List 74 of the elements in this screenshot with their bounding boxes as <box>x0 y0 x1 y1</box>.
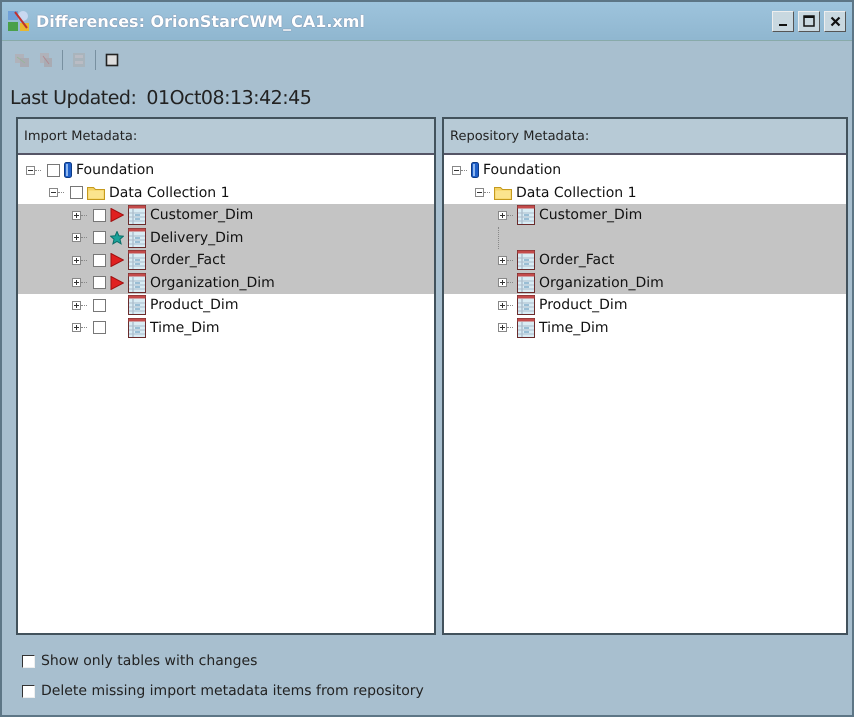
table-icon <box>517 250 535 270</box>
expand-icon[interactable] <box>498 256 507 265</box>
checkbox[interactable] <box>93 254 106 267</box>
checkbox[interactable] <box>22 684 35 698</box>
collapse-icon[interactable] <box>49 188 58 198</box>
tree-item-label[interactable]: Data Collection 1 <box>109 184 230 201</box>
tree-item-label[interactable]: Time_Dim <box>150 320 220 336</box>
option-label[interactable]: Show only tables with changes <box>41 653 258 669</box>
expand-icon[interactable] <box>498 323 507 332</box>
expand-icon[interactable] <box>72 233 81 242</box>
option-label[interactable]: Delete missing import metadata items from repository <box>41 683 424 699</box>
tree-item-label[interactable]: Delivery_Dim <box>150 230 244 246</box>
minimize-icon <box>779 24 787 26</box>
checkbox[interactable] <box>93 276 106 290</box>
table-icon <box>517 318 535 338</box>
tree-item-label[interactable]: Product_Dim <box>539 297 628 314</box>
square-icon[interactable] <box>104 52 120 68</box>
star-icon <box>110 230 124 245</box>
folder-icon <box>494 185 512 200</box>
expand-icon[interactable] <box>498 300 507 310</box>
expand-icon[interactable] <box>72 256 81 265</box>
tree-item-label[interactable]: Time_Dim <box>539 320 609 336</box>
tree-item-label[interactable]: Foundation <box>483 162 562 178</box>
table-icon <box>517 295 535 316</box>
checkbox[interactable] <box>93 321 106 334</box>
tree-item-label[interactable]: Order_Fact <box>150 252 226 268</box>
checkbox[interactable] <box>70 186 83 200</box>
panel-header: Repository Metadata: <box>444 119 846 155</box>
expand-icon[interactable] <box>498 278 507 288</box>
last-updated-value: 01Oct08:13:42:45 <box>146 87 312 109</box>
app-icon <box>6 8 32 34</box>
expand-icon[interactable] <box>72 323 81 332</box>
checkbox[interactable] <box>22 654 35 668</box>
minimize-button[interactable] <box>772 10 794 32</box>
tree-item-label[interactable]: Foundation <box>76 162 154 178</box>
table-icon <box>128 250 146 270</box>
triangle-icon <box>110 208 124 222</box>
triangle-icon <box>110 253 124 268</box>
tree-item-label[interactable]: Product_Dim <box>150 297 238 314</box>
table-icon <box>128 295 146 316</box>
maximize-icon <box>803 15 815 27</box>
table-icon <box>128 318 146 338</box>
tree-item-label[interactable]: Order_Fact <box>539 252 614 268</box>
maximize-button[interactable] <box>798 10 820 32</box>
database-icon <box>64 162 72 178</box>
checkbox[interactable] <box>93 298 106 312</box>
close-button[interactable] <box>824 10 846 32</box>
tree-item-label[interactable]: Customer_Dim <box>150 207 254 224</box>
database-icon <box>471 162 479 178</box>
window-title: Differences: OrionStarCWM_CA1.xml <box>36 12 366 30</box>
table-icon <box>517 272 535 293</box>
checkbox[interactable] <box>93 231 106 244</box>
folder-icon <box>87 185 105 200</box>
table-icon <box>128 228 146 248</box>
panel-header: Import Metadata: <box>18 119 434 155</box>
collapse-icon[interactable] <box>475 188 484 198</box>
expand-icon[interactable] <box>72 278 81 288</box>
checkbox[interactable] <box>47 164 60 177</box>
table-icon <box>517 205 535 226</box>
tree-item-label[interactable]: Organization_Dim <box>539 274 664 291</box>
tree-item-label[interactable]: Organization_Dim <box>150 274 275 291</box>
collapse-icon[interactable] <box>26 166 35 175</box>
tree-item-label[interactable]: Data Collection 1 <box>516 184 636 201</box>
triangle-icon <box>110 276 124 290</box>
collapse-icon[interactable] <box>452 166 461 175</box>
close-icon <box>830 16 840 26</box>
expand-icon[interactable] <box>72 300 81 310</box>
table-icon <box>128 205 146 226</box>
expand-icon[interactable] <box>72 210 81 220</box>
checkbox[interactable] <box>93 208 106 222</box>
expand-icon[interactable] <box>498 210 507 220</box>
table-icon <box>128 272 146 293</box>
tree-item-label[interactable]: Customer_Dim <box>539 207 642 224</box>
last-updated-label: Last Updated: <box>10 87 136 109</box>
